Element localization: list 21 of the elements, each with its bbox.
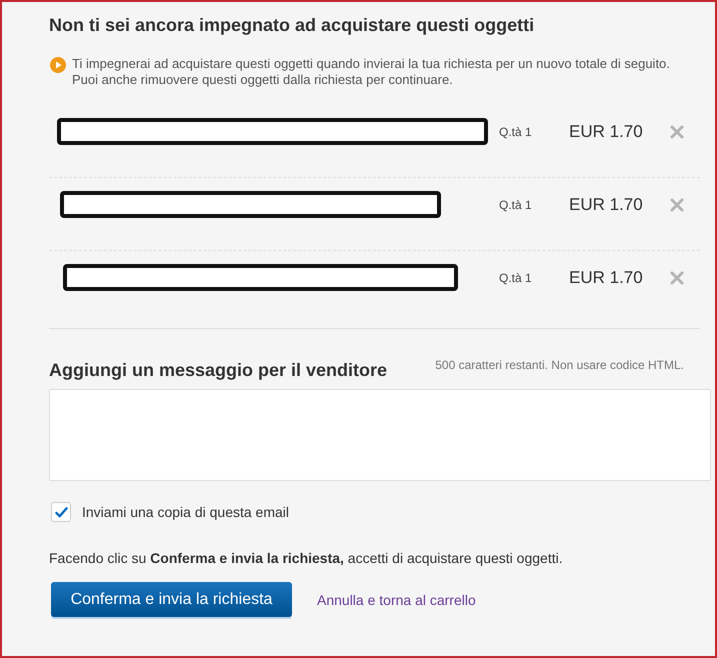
price: EUR 1.70	[569, 194, 644, 216]
checkbox[interactable]	[51, 502, 71, 522]
quantity-label: Q.tà 1	[499, 270, 533, 286]
notice-text: Ti impegnerai ad acquistare questi oggetti quando invierai la tua richiesta per un nuovo totale di seguito. Puoi anche rimuovere questi oggetti dalla richiesta per continuare.	[72, 56, 670, 88]
consent-text: Facendo clic su Conferma e invia la richiesta, accetti di acquistare questi oggetti.	[49, 549, 563, 567]
cancel-link[interactable]: Annulla e torna al carrello	[317, 590, 476, 608]
section-heading: Aggiungi un messaggio per il venditore	[49, 359, 388, 381]
checkmark-icon	[54, 506, 68, 518]
quantity-label: Q.tà 1	[499, 124, 533, 140]
submit-button[interactable]: Conferma e invia la richiesta	[51, 582, 292, 617]
remove-icon[interactable]	[670, 198, 684, 212]
message-field[interactable]	[49, 389, 711, 481]
character-count-note: 500 caratteri restanti. Non usare codice HTML.	[435, 357, 684, 373]
play-icon	[50, 57, 66, 73]
price: EUR 1.70	[569, 120, 644, 142]
quantity-label: Q.tà 1	[499, 196, 533, 212]
checkbox-label: Inviami una copia di questa email	[82, 503, 290, 521]
remove-icon[interactable]	[670, 270, 684, 284]
remove-icon[interactable]	[670, 124, 684, 138]
price: EUR 1.70	[569, 266, 644, 288]
section-heading: Non ti sei ancora impegnato ad acquistare questi oggetti	[49, 14, 534, 36]
